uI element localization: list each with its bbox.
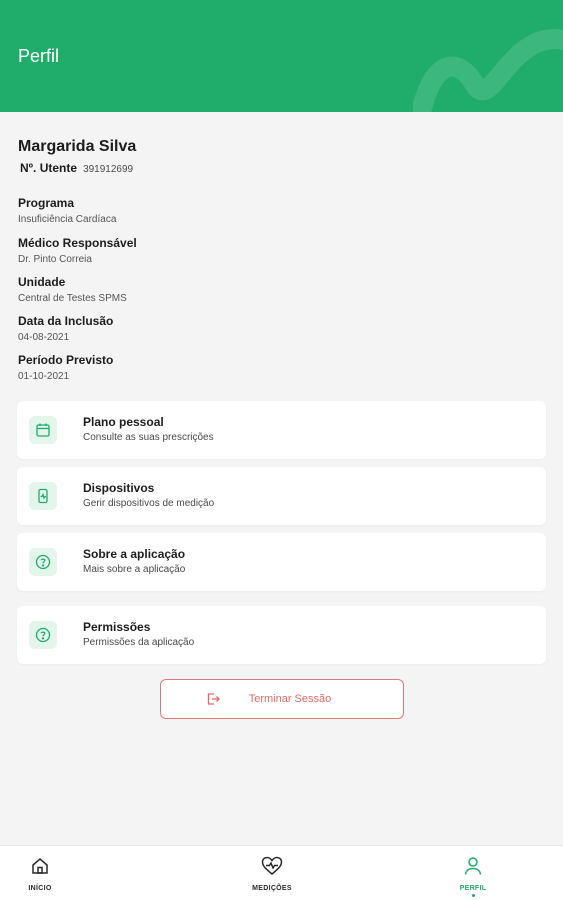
card-title: Plano pessoal bbox=[83, 415, 164, 429]
app-header: Perfil bbox=[0, 0, 563, 112]
logout-button[interactable]: Terminar Sessão bbox=[160, 679, 404, 719]
info-data-inclusao: Data da Inclusão 04-08-2021 bbox=[18, 314, 113, 343]
utente-value: 391912699 bbox=[83, 164, 134, 175]
nav-label: INÍCIO bbox=[28, 885, 52, 892]
card-subtitle: Gerir dispositivos de medição bbox=[83, 498, 215, 509]
active-indicator bbox=[471, 894, 475, 897]
card-title: Dispositivos bbox=[83, 481, 155, 495]
info-unidade: Unidade Central de Testes SPMS bbox=[18, 275, 127, 304]
user-icon bbox=[464, 857, 482, 875]
info-value: Dr. Pinto Correia bbox=[18, 254, 92, 265]
info-value: 04-08-2021 bbox=[18, 332, 70, 343]
bottom-nav: INÍCIO MEDIÇÕES PERFIL bbox=[0, 845, 563, 900]
card-subtitle: Permissões da aplicação bbox=[83, 637, 195, 648]
info-periodo: Período Previsto 01-10-2021 bbox=[18, 353, 113, 382]
utente-row: Nº. Utente 391912699 bbox=[18, 161, 548, 175]
header-decoration bbox=[413, 29, 563, 112]
page-title: Perfil bbox=[18, 46, 60, 66]
info-value: 01-10-2021 bbox=[18, 371, 70, 382]
nav-item-medicoes[interactable]: MEDIÇÕES bbox=[232, 856, 312, 892]
device-icon bbox=[29, 482, 57, 510]
nav-label: MEDIÇÕES bbox=[252, 885, 292, 892]
card-title: Permissões bbox=[83, 620, 151, 634]
home-icon bbox=[32, 858, 48, 874]
info-label: Período Previsto bbox=[18, 353, 114, 367]
logout-icon bbox=[207, 693, 220, 705]
info-label: Data da Inclusão bbox=[18, 314, 114, 328]
card-sobre-aplicacao[interactable]: Sobre a aplicação Mais sobre a aplicação bbox=[17, 533, 546, 591]
card-subtitle: Mais sobre a aplicação bbox=[83, 564, 186, 575]
card-subtitle: Consulte as suas prescrições bbox=[83, 432, 214, 443]
calendar-icon bbox=[29, 416, 57, 444]
info-value: Central de Testes SPMS bbox=[18, 293, 127, 304]
card-plano-pessoal[interactable]: Plano pessoal Consulte as suas prescriçõ… bbox=[17, 401, 546, 459]
info-label: Médico Responsável bbox=[18, 236, 137, 250]
nav-item-perfil[interactable]: PERFIL bbox=[433, 856, 513, 897]
card-title: Sobre a aplicação bbox=[83, 547, 186, 561]
nav-label: PERFIL bbox=[459, 885, 487, 892]
help-icon bbox=[29, 621, 57, 649]
info-label: Programa bbox=[18, 196, 75, 210]
info-label: Unidade bbox=[18, 275, 66, 289]
patient-name: Margarida Silva bbox=[18, 138, 137, 155]
card-dispositivos[interactable]: Dispositivos Gerir dispositivos de mediç… bbox=[17, 467, 546, 525]
heart-pulse-icon bbox=[261, 856, 283, 875]
card-permissoes[interactable]: Permissões Permissões da aplicação bbox=[17, 606, 546, 664]
utente-label: Nº. Utente bbox=[20, 161, 78, 175]
logout-label: Terminar Sessão bbox=[248, 693, 332, 705]
info-value: Insuficiência Cardíaca bbox=[18, 214, 117, 225]
profile-summary: Margarida Silva Nº. Utente 391912699 bbox=[18, 138, 548, 175]
info-programa: Programa Insuficiência Cardíaca bbox=[18, 196, 116, 225]
nav-item-inicio[interactable]: INÍCIO bbox=[0, 856, 80, 892]
info-medico: Médico Responsável Dr. Pinto Correia bbox=[18, 236, 137, 265]
help-icon bbox=[29, 548, 57, 576]
